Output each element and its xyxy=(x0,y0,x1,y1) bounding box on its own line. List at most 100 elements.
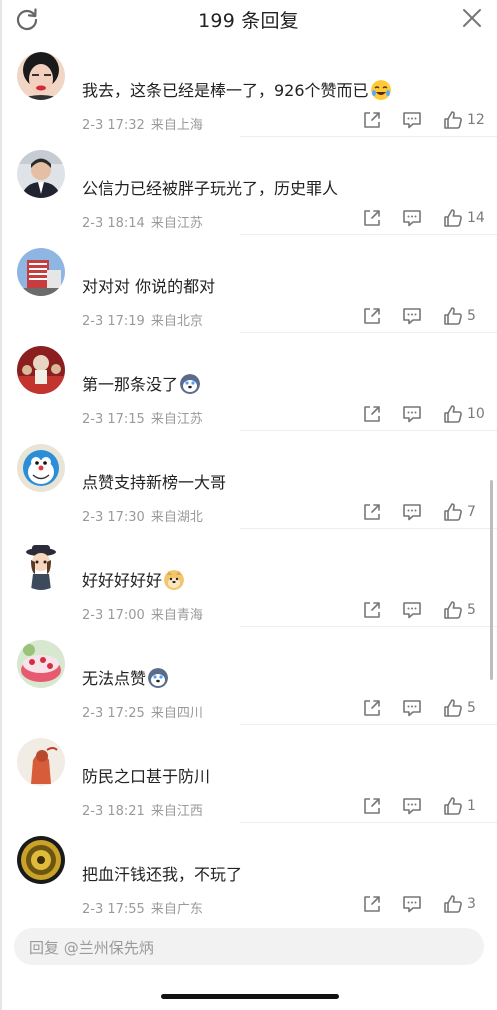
location-label: 来自上海 xyxy=(150,118,203,133)
timestamp: 2-3 17:15 xyxy=(82,412,145,427)
comment-text: 点赞支持新榜一大哥 xyxy=(82,469,226,493)
comment-item[interactable]: 无法点赞 2-3 17:25 来自四川 5 xyxy=(0,628,497,725)
share-icon[interactable] xyxy=(362,404,382,424)
location-label: 来自江西 xyxy=(150,804,203,819)
timestamp: 2-3 17:19 xyxy=(82,314,145,329)
comment-item[interactable]: 第一那条没了 2-3 17:15 来自江苏 10 xyxy=(0,334,497,431)
avatar[interactable] xyxy=(17,542,65,590)
share-icon[interactable] xyxy=(362,894,382,914)
timestamp: 2-3 18:14 xyxy=(82,216,145,231)
avatar[interactable] xyxy=(17,248,65,296)
home-indicator[interactable] xyxy=(161,994,339,999)
timestamp: 2-3 17:00 xyxy=(82,608,145,623)
comment-meta: 2-3 17:32 来自上海 xyxy=(82,114,203,133)
like-count: 7 xyxy=(467,504,476,520)
comment-item[interactable]: 我去，这条已经是棒一了，926个赞而已 2-3 17:32 来自上海 12 xyxy=(0,40,497,137)
comment-item[interactable]: 好好好好好 2-3 17:00 来自青海 5 xyxy=(0,530,497,627)
comment-meta: 2-3 18:14 来自江苏 xyxy=(82,212,203,231)
comment-item[interactable]: 对对对 你说的都对 2-3 17:19 来自北京 5 xyxy=(0,236,497,333)
share-icon[interactable] xyxy=(362,600,382,620)
timestamp: 2-3 17:25 xyxy=(82,706,145,721)
timestamp: 2-3 17:30 xyxy=(82,510,145,525)
comment-icon[interactable] xyxy=(402,306,422,326)
comment-list[interactable]: 我去，这条已经是棒一了，926个赞而已 2-3 17:32 来自上海 12 公信力已经被… xyxy=(0,40,497,917)
divider xyxy=(240,430,497,431)
comment-item[interactable]: 点赞支持新榜一大哥 2-3 17:30 来自湖北 7 xyxy=(0,432,497,529)
comment-body: 第一那条没了 xyxy=(82,375,179,394)
location-label: 来自江苏 xyxy=(150,216,203,231)
timestamp: 2-3 17:55 xyxy=(82,902,145,917)
divider xyxy=(240,234,497,235)
comment-body: 无法点赞 xyxy=(82,669,147,688)
comment-text: 我去，这条已经是棒一了，926个赞而已 xyxy=(82,77,391,101)
comment-meta: 2-3 17:00 来自青海 xyxy=(82,604,203,623)
comment-body: 点赞支持新榜一大哥 xyxy=(82,473,227,492)
thumbs-up-icon[interactable] xyxy=(443,502,463,522)
location-label: 来自江苏 xyxy=(150,412,203,427)
share-icon[interactable] xyxy=(362,502,382,522)
comment-body: 防民之口甚于防川 xyxy=(82,767,211,786)
share-icon[interactable] xyxy=(362,306,382,326)
divider xyxy=(240,626,497,627)
close-icon[interactable] xyxy=(461,7,483,29)
reply-screen: 199 条回复 我去，这条已经是棒一了，926个赞而已 2-3 17:32 来自上海… xyxy=(0,0,497,1010)
comment-text: 好好好好好 xyxy=(82,567,185,591)
page-title: 199 条回复 xyxy=(198,10,299,32)
like-count: 5 xyxy=(467,602,476,618)
comment-text: 公信力已经被胖子玩光了，历史罪人 xyxy=(82,175,338,199)
comment-meta: 2-3 17:30 来自湖北 xyxy=(82,506,203,525)
comment-icon[interactable] xyxy=(402,600,422,620)
comment-icon[interactable] xyxy=(402,110,422,130)
like-count: 1 xyxy=(467,798,476,814)
comment-icon[interactable] xyxy=(402,404,422,424)
reply-input[interactable]: 回复 @兰州保先炳 xyxy=(14,928,484,965)
scrollbar[interactable] xyxy=(490,480,493,680)
comment-item[interactable]: 防民之口甚于防川 2-3 18:21 来自江西 1 xyxy=(0,726,497,823)
comment-body: 对对对 你说的都对 xyxy=(82,277,216,296)
like-count: 3 xyxy=(467,896,476,912)
thumbs-up-icon[interactable] xyxy=(443,306,463,326)
location-label: 来自四川 xyxy=(150,706,203,721)
avatar[interactable] xyxy=(17,150,65,198)
comment-icon[interactable] xyxy=(402,894,422,914)
timestamp: 2-3 18:21 xyxy=(82,804,145,819)
thumbs-up-icon[interactable] xyxy=(443,600,463,620)
avatar[interactable] xyxy=(17,640,65,688)
location-label: 来自广东 xyxy=(150,902,203,917)
thumbs-up-icon[interactable] xyxy=(443,404,463,424)
avatar[interactable] xyxy=(17,346,65,394)
comment-body: 我去，这条已经是棒一了，926个赞而已 xyxy=(82,81,369,100)
divider xyxy=(240,822,497,823)
location-label: 来自湖北 xyxy=(150,510,203,525)
like-count: 10 xyxy=(467,406,485,422)
share-icon[interactable] xyxy=(362,698,382,718)
comment-icon[interactable] xyxy=(402,208,422,228)
share-icon[interactable] xyxy=(362,208,382,228)
thumbs-up-icon[interactable] xyxy=(443,894,463,914)
location-label: 来自青海 xyxy=(150,608,203,623)
comment-icon[interactable] xyxy=(402,502,422,522)
avatar[interactable] xyxy=(17,738,65,786)
thumbs-up-icon[interactable] xyxy=(443,208,463,228)
share-icon[interactable] xyxy=(362,110,382,130)
thumbs-up-icon[interactable] xyxy=(443,110,463,130)
divider xyxy=(240,528,497,529)
thumbs-up-icon[interactable] xyxy=(443,796,463,816)
thumbs-up-icon[interactable] xyxy=(443,698,463,718)
doge-emoji-icon xyxy=(164,570,185,590)
avatar[interactable] xyxy=(17,52,65,100)
comment-icon[interactable] xyxy=(402,796,422,816)
comment-text: 对对对 你说的都对 xyxy=(82,273,215,297)
share-icon[interactable] xyxy=(362,796,382,816)
comment-item[interactable]: 公信力已经被胖子玩光了，历史罪人 2-3 18:14 来自江苏 14 xyxy=(0,138,497,235)
comment-body: 好好好好好 xyxy=(82,571,163,590)
comment-meta: 2-3 17:55 来自广东 xyxy=(82,898,203,917)
comment-body: 公信力已经被胖子玩光了，历史罪人 xyxy=(82,179,339,198)
comment-icon[interactable] xyxy=(402,698,422,718)
comment-item[interactable]: 把血汗钱还我，不玩了 2-3 17:55 来自广东 3 xyxy=(0,824,497,917)
avatar[interactable] xyxy=(17,444,65,492)
husky-emoji-icon xyxy=(180,374,201,394)
comment-text: 无法点赞 xyxy=(82,665,169,689)
comment-text: 把血汗钱还我，不玩了 xyxy=(82,861,242,885)
avatar[interactable] xyxy=(17,836,65,884)
